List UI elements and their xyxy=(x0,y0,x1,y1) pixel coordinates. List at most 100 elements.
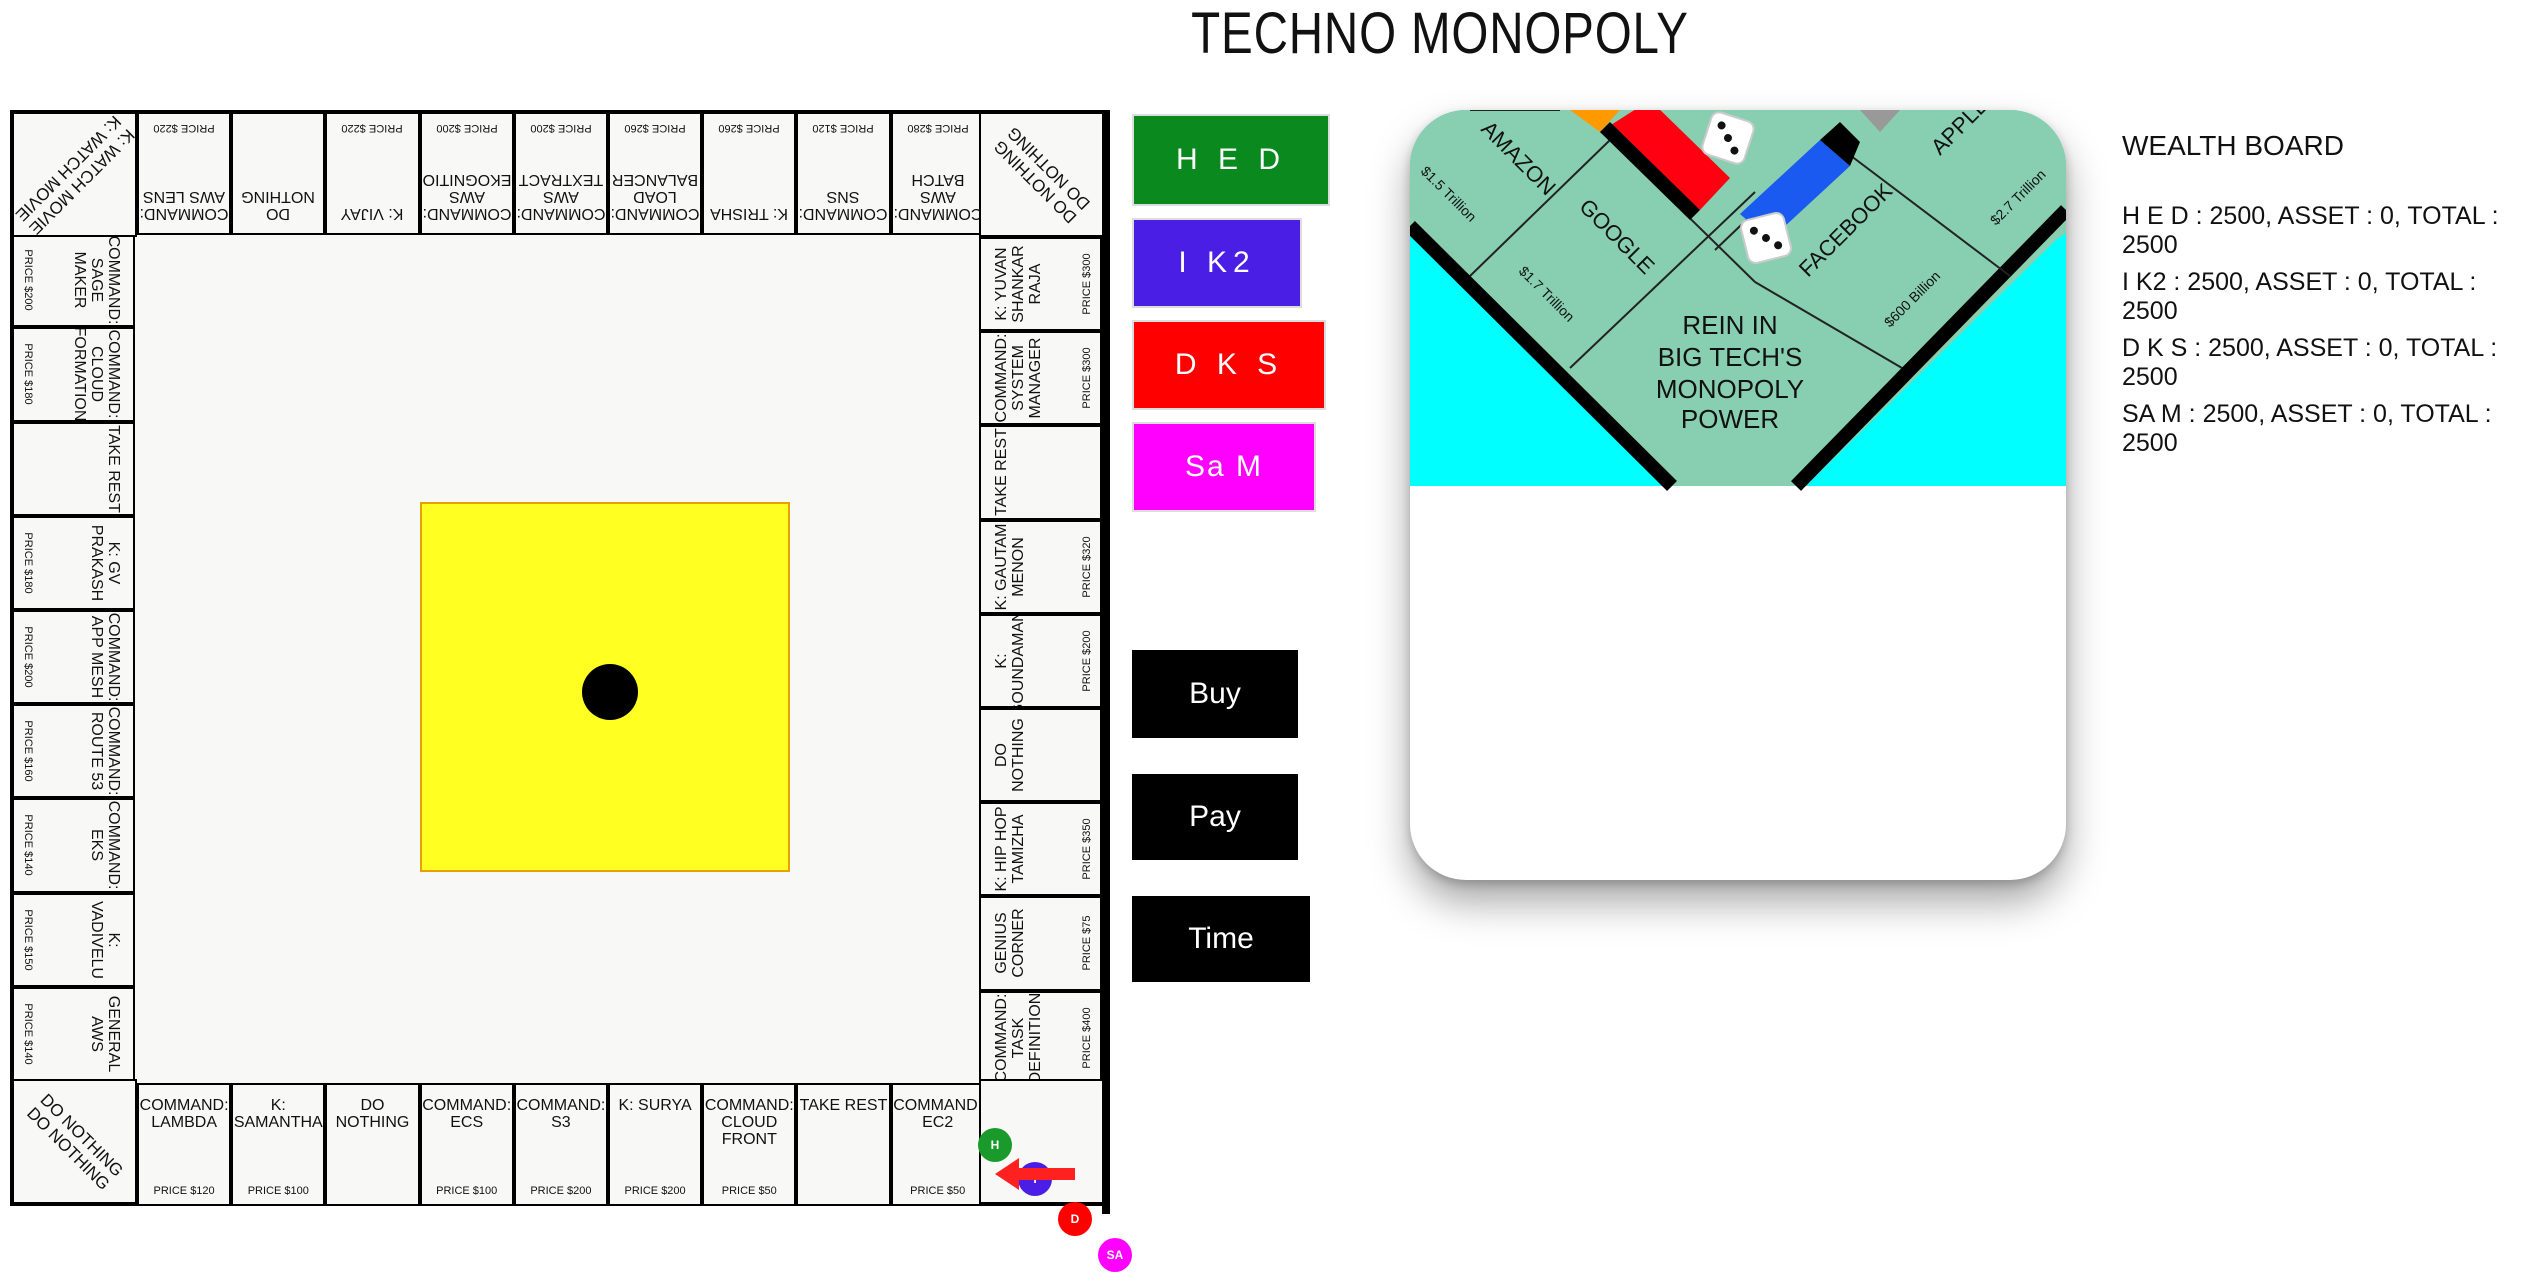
board-corner-top-right[interactable]: Do Nothing Do Nothing xyxy=(979,112,1104,237)
space-price: Price $50 xyxy=(721,1184,777,1197)
space-price: Price $200 xyxy=(530,1184,592,1197)
corner-label: Do Nothing Do Nothing xyxy=(22,1089,127,1194)
page-title: TECHNO MONOPOLY xyxy=(1191,1,1689,66)
space-name: Command: SNS xyxy=(799,187,888,222)
player-button-sam[interactable]: Sa M xyxy=(1132,422,1316,512)
space-name: K: GV Prakash xyxy=(87,524,122,602)
space-price: Price $100 xyxy=(247,1184,309,1197)
wealth-title: WEALTH BOARD xyxy=(2122,130,2344,161)
space-name: Command: EC2 xyxy=(893,1096,983,1131)
dice-pip xyxy=(582,664,638,720)
board-space-command-app-mesh[interactable]: Command: App Mesh Price $200 xyxy=(12,610,135,705)
space-name: K: Hip Hop Tamizha xyxy=(992,806,1027,892)
board-space-k-vadivelu[interactable]: K: Vadivelu Price $150 xyxy=(12,892,135,987)
space-price: Price $200 xyxy=(1080,630,1093,692)
board-space-command-aws-batch[interactable]: Command: AWS Batch Price $280 xyxy=(890,112,985,235)
board-space-command-task-definition[interactable]: Command: Task Definition Price $400 xyxy=(979,990,1102,1085)
board-space-k-trisha[interactable]: K: Trisha Price $260 xyxy=(702,112,797,235)
board-space-command-cloud-formation[interactable]: Command: Cloud Formation Price $180 xyxy=(12,327,135,422)
board-space-do-nothing[interactable]: Do Nothing xyxy=(325,1083,420,1206)
board-space-command-ec2[interactable]: Command: EC2 Price $50 xyxy=(890,1083,985,1206)
buy-button[interactable]: Buy xyxy=(1132,650,1298,738)
board-space-take-rest[interactable]: Take Rest xyxy=(12,421,135,516)
space-name: Genius Corner xyxy=(992,908,1027,979)
player-button-hed[interactable]: H E D xyxy=(1132,114,1330,206)
space-price: Price $100 xyxy=(436,1184,498,1197)
board-space-k-samantha[interactable]: K: Samantha Price $100 xyxy=(231,1083,326,1206)
player-token-sa: SA xyxy=(1098,1238,1132,1272)
space-name: Take Rest xyxy=(104,424,122,513)
board-space-command-aws-textract[interactable]: Command: AWS Textract Price $200 xyxy=(513,112,608,235)
dice-face[interactable] xyxy=(420,502,790,872)
board-space-k-yuvan-shankar-raja[interactable]: K: Yuvan Shankar Raja Price $300 xyxy=(979,237,1102,332)
space-price: Price $160 xyxy=(21,720,34,782)
space-name: Command: EKS xyxy=(87,801,122,890)
board-space-k-vijay[interactable]: K: Vijay Price $220 xyxy=(325,112,420,235)
board-corner-top-left[interactable]: K: Watch Movie K: Watch Movie xyxy=(12,112,137,237)
board-corner-bottom-left[interactable]: Do Nothing Do Nothing xyxy=(12,1079,137,1204)
space-name: Command: S3 xyxy=(516,1096,606,1131)
space-name: Command: Cloud Front xyxy=(704,1096,794,1148)
board-space-command-ecs[interactable]: Command: ECS Price $100 xyxy=(419,1083,514,1206)
space-price: Price $260 xyxy=(624,121,686,134)
board-space-do-nothing[interactable]: Do Nothing xyxy=(231,112,326,235)
board-space-k-gv-prakash[interactable]: K: GV Prakash Price $180 xyxy=(12,515,135,610)
board-space-k-surya[interactable]: K: Surya Price $200 xyxy=(608,1083,703,1206)
board-space-do-nothing[interactable]: Do Nothing xyxy=(979,708,1102,803)
space-price: Price $350 xyxy=(1080,818,1093,880)
space-name: K: Vadivelu xyxy=(87,900,122,979)
space-price: Price $200 xyxy=(436,121,498,134)
board-space-command-cloud-front[interactable]: Command: Cloud Front Price $50 xyxy=(702,1083,797,1206)
player-button-dks[interactable]: D K S xyxy=(1132,320,1326,410)
board-space-command-system-manager[interactable]: Command: System Manager Price $300 xyxy=(979,331,1102,426)
wealth-line: D K S : 2500, ASSET : 0, TOTAL : 2500 xyxy=(2122,334,2498,391)
space-price: Price $220 xyxy=(153,121,215,134)
board-space-command-load-balancer[interactable]: Command: Load Balancer Price $260 xyxy=(608,112,703,235)
card-headline-3: MONOPOLY xyxy=(1656,374,1804,404)
space-price: Price $300 xyxy=(1080,347,1093,409)
time-button[interactable]: Time xyxy=(1132,896,1310,982)
space-price: Price $300 xyxy=(1080,253,1093,315)
board-space-take-rest[interactable]: Take Rest xyxy=(979,425,1102,520)
card-headline-4: POWER xyxy=(1681,404,1779,434)
space-price: Price $140 xyxy=(21,1003,34,1065)
space-name: K: Gautam Menon xyxy=(992,523,1027,611)
space-price: Price $120 xyxy=(812,121,875,134)
board-space-general-aws[interactable]: General AWS Price $140 xyxy=(12,986,135,1081)
space-name: Command: Sage Maker xyxy=(70,235,122,325)
board-space-command-s3[interactable]: Command: S3 Price $200 xyxy=(513,1083,608,1206)
board-space-command-eks[interactable]: Command: EKS Price $140 xyxy=(12,798,135,893)
player-button-ik2[interactable]: I K2 xyxy=(1132,218,1302,308)
space-name: Command: App Mesh xyxy=(87,612,122,702)
board-space-command-sage-maker[interactable]: Command: Sage Maker Price $200 xyxy=(12,233,135,328)
space-price: Price $260 xyxy=(718,121,780,134)
space-name: Do Nothing xyxy=(241,187,316,222)
space-name: K: Vijay xyxy=(341,204,404,222)
space-name: Command: Task Definition xyxy=(992,992,1044,1084)
space-name: Command: AWS Lens xyxy=(139,187,229,222)
card-headline-1: REIN IN xyxy=(1682,310,1777,340)
board-space-command-lambda[interactable]: Command: Lambda Price $120 xyxy=(137,1083,232,1206)
wealth-line: I K2 : 2500, ASSET : 0, TOTAL : 2500 xyxy=(2122,268,2477,325)
board-space-k-hip-hop-tamizha[interactable]: K: Hip Hop Tamizha Price $350 xyxy=(979,802,1102,897)
game-board: Command: Lambda Price $120 K: Samantha Pric… xyxy=(10,110,1110,1214)
board-space-genius-corner[interactable]: Genius Corner Price $75 xyxy=(979,896,1102,991)
space-name: Command: Lambda xyxy=(139,1096,229,1131)
space-name: Command: System Manager xyxy=(992,333,1044,423)
space-name: Command: AWS Batch xyxy=(893,170,983,222)
board-space-command-aws-lens[interactable]: Command: AWS Lens Price $220 xyxy=(137,112,232,235)
board-space-command-route-53[interactable]: Command: Route 53 Price $160 xyxy=(12,704,135,799)
board-space-k-goundamani[interactable]: K: Goundamani Price $200 xyxy=(979,613,1102,708)
board-space-k-gautam-menon[interactable]: K: Gautam Menon Price $320 xyxy=(979,519,1102,614)
space-name: K: Yuvan Shankar Raja xyxy=(992,245,1044,323)
space-price: Price $200 xyxy=(21,249,34,311)
space-price: Price $120 xyxy=(153,1184,215,1197)
space-name: Command: AWS Textract xyxy=(516,170,606,222)
board-space-command-sns[interactable]: Command: SNS Price $120 xyxy=(796,112,891,235)
board-space-command-aws-rekognition[interactable]: Command: AWS Rekognition Price $200 xyxy=(419,112,514,235)
space-price: Price $280 xyxy=(907,121,969,134)
board-space-take-rest[interactable]: Take Rest xyxy=(796,1083,891,1206)
space-price: Price $320 xyxy=(1080,536,1093,598)
pay-button[interactable]: Pay xyxy=(1132,774,1298,860)
move-arrow-icon xyxy=(995,1158,1075,1190)
